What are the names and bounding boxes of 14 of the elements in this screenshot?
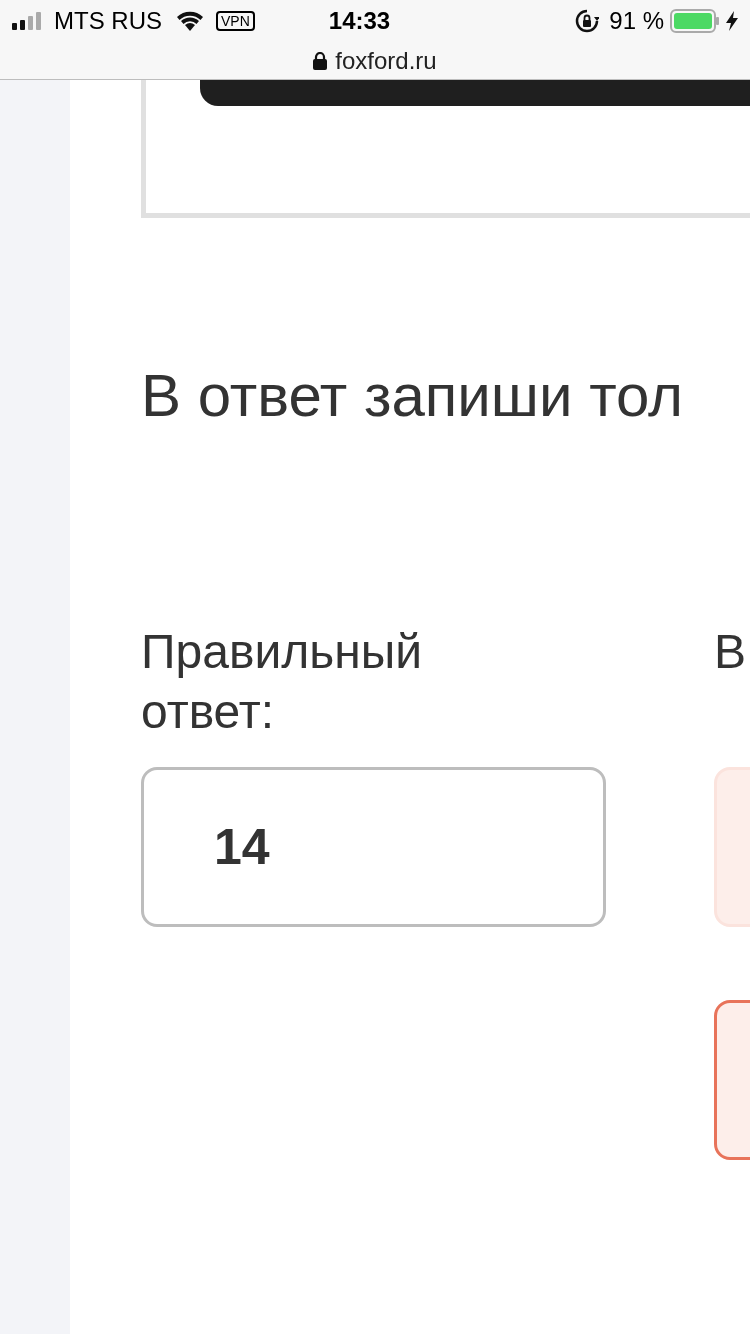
vpn-badge: VPN [216, 11, 255, 31]
rotation-lock-icon [575, 9, 600, 33]
answer-value: 14 [214, 817, 270, 877]
answer-label: В [714, 624, 747, 680]
wifi-icon [176, 11, 204, 31]
answer-label: Правильный ответ: [141, 624, 424, 740]
battery-icon [670, 9, 720, 33]
site-address[interactable]: foxford.ru [335, 42, 437, 79]
lock-icon [313, 51, 328, 70]
battery-percent: 91 % [609, 6, 664, 36]
charging-bolt-icon [726, 11, 738, 31]
carrier-name: MTS RUS [54, 6, 162, 36]
clock-time: 14:33 [328, 6, 391, 36]
task-instruction: В ответ запиши тол [141, 361, 684, 431]
